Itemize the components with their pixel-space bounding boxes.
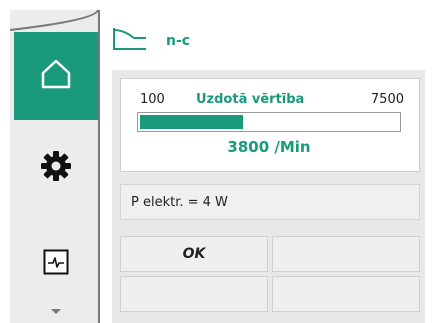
setpoint-value: 3800 /Min: [227, 138, 311, 156]
gear-icon: [40, 150, 72, 186]
ok-label: OK: [182, 246, 206, 262]
range-min-value: 100: [140, 92, 165, 107]
setpoint-label: Uzdotā vērtība: [196, 92, 305, 107]
setpoint-range: 100 Uzdotā vērtība 7500: [140, 92, 404, 110]
sidebar-item-more[interactable]: [14, 300, 98, 320]
sidebar-item-home[interactable]: [14, 32, 98, 120]
empty-button-3[interactable]: [272, 276, 420, 312]
setpoint-bar[interactable]: [137, 112, 401, 132]
ok-button[interactable]: OK: [120, 236, 268, 272]
control-curve-icon: [112, 26, 148, 56]
empty-button-2[interactable]: [120, 276, 268, 312]
power-readout: P elektr. = 4 W: [120, 184, 420, 220]
home-icon: [39, 57, 73, 95]
sidebar-item-settings[interactable]: [14, 138, 98, 198]
chevron-down-icon: [49, 301, 63, 320]
range-max-value: 7500: [370, 92, 404, 107]
power-text: P elektr. = 4 W: [131, 194, 228, 210]
setpoint-bar-fill: [140, 115, 243, 129]
monitor-icon: [43, 249, 69, 279]
sidebar-item-diagnostics[interactable]: [14, 234, 98, 294]
pump-display: n-c 100 Uzdotā vērtība 7500 3800 /Min P …: [0, 0, 433, 323]
header: n-c: [112, 20, 422, 62]
empty-button-1[interactable]: [272, 236, 420, 272]
page-title: n-c: [166, 33, 191, 49]
